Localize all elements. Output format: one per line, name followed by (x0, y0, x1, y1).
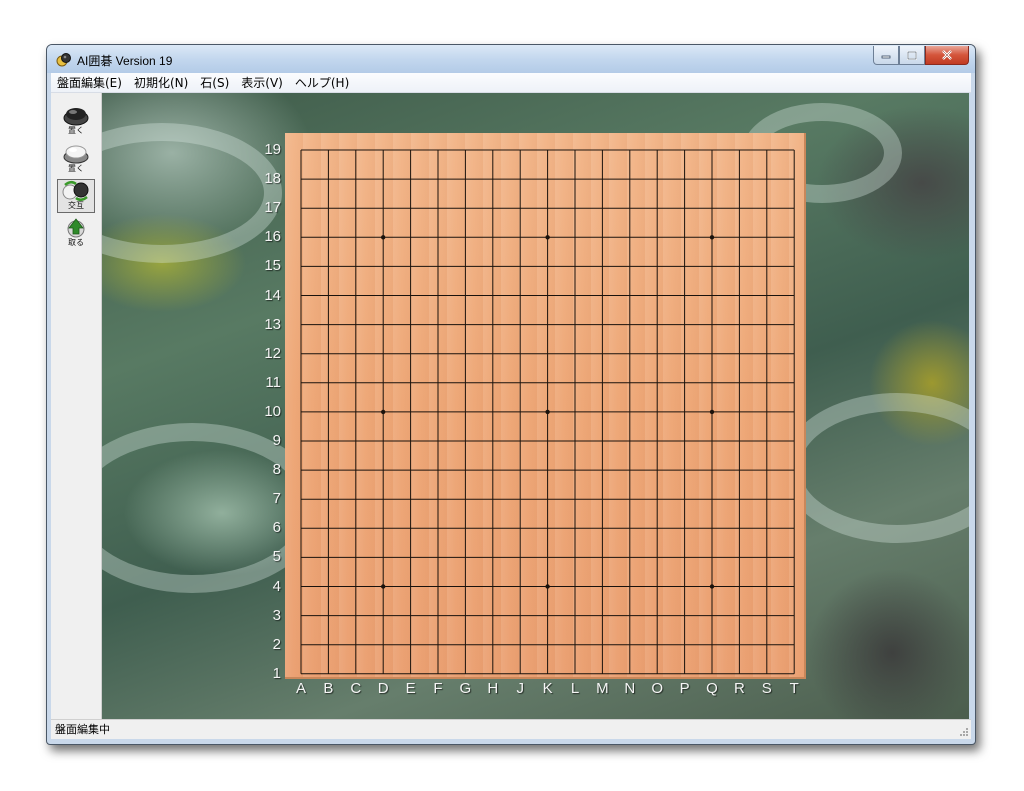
column-label: B (323, 680, 334, 697)
menu-board-edit[interactable]: 盤面編集(E) (51, 74, 128, 91)
column-label: R (733, 680, 745, 697)
alternate-label: 交互 (68, 201, 84, 210)
row-label: 3 (272, 606, 281, 624)
minimize-button[interactable] (873, 46, 899, 65)
maximize-icon (907, 50, 917, 60)
place-white-label: 置く (68, 164, 84, 173)
column-label: S (761, 680, 772, 697)
column-label: O (651, 680, 664, 697)
row-label: 12 (264, 344, 281, 362)
row-label: 17 (264, 199, 281, 217)
menu-help[interactable]: ヘルプ(H) (289, 74, 355, 91)
column-label: C (350, 680, 362, 697)
app-window: AI囲碁 Version 19 盤面編集(E) 初期化(N) 石(S) 表示(V… (46, 44, 976, 745)
star-point (545, 409, 550, 415)
column-label: F (433, 680, 443, 697)
close-button[interactable] (925, 46, 969, 65)
go-app-icon (56, 53, 71, 67)
star-point (381, 235, 386, 240)
alternate-tool[interactable]: 交互 (57, 179, 95, 213)
place-black-tool[interactable]: 置く (57, 105, 95, 139)
row-label: 19 (264, 141, 281, 158)
star-point (545, 584, 550, 589)
minimize-icon (881, 55, 891, 59)
column-label: K (542, 680, 553, 697)
column-label: H (487, 680, 499, 697)
row-label: 15 (264, 257, 281, 275)
row-label: 7 (272, 490, 281, 508)
column-label: Q (706, 680, 718, 697)
column-label: D (377, 680, 389, 697)
row-label: 16 (264, 228, 281, 246)
row-label: 13 (264, 315, 281, 333)
star-point (709, 235, 715, 240)
board-grid[interactable] (285, 133, 806, 679)
white-stone-bowl-icon (63, 145, 89, 164)
board-background: 19 18 17 16 15 14 13 12 11 10 9 8 7 6 5 4 3 2 1 ABCDEFGHJ K… (102, 93, 969, 719)
row-label: 18 (264, 170, 281, 188)
place-black-label: 置く (68, 126, 84, 135)
column-label: G (459, 680, 472, 697)
go-board[interactable] (285, 133, 806, 679)
column-label: L (570, 680, 580, 697)
row-label: 4 (272, 577, 281, 595)
remove-stone-icon (67, 218, 85, 238)
row-label: 5 (272, 548, 281, 566)
remove-label: 取る (68, 238, 84, 247)
star-point (709, 409, 715, 415)
close-icon (942, 50, 952, 60)
remove-stone-tool[interactable]: 取る (57, 217, 95, 251)
column-label: M (596, 680, 609, 697)
row-label: 14 (264, 286, 281, 304)
menu-stone[interactable]: 石(S) (194, 74, 235, 91)
decor-swirl (782, 393, 969, 543)
maximize-button[interactable] (899, 46, 925, 65)
window-title: AI囲碁 Version 19 (77, 54, 173, 68)
column-label: P (679, 680, 690, 697)
status-bar: 盤面編集中 (51, 719, 971, 739)
menu-initialize[interactable]: 初期化(N) (128, 74, 194, 91)
black-stone-bowl-icon (63, 108, 89, 126)
row-label: 8 (272, 461, 281, 479)
row-label: 6 (272, 519, 281, 537)
row-label: 2 (272, 635, 281, 653)
star-point (545, 235, 550, 240)
column-label: T (789, 680, 799, 697)
alternate-stones-icon (62, 181, 89, 201)
column-label: J (516, 680, 524, 697)
star-point (381, 409, 386, 415)
window-controls (873, 46, 969, 66)
row-label: 10 (264, 402, 281, 420)
status-text: 盤面編集中 (55, 723, 110, 736)
column-label: N (624, 680, 636, 697)
resize-grip-icon[interactable] (959, 727, 969, 737)
star-point (709, 584, 715, 589)
title-bar[interactable]: AI囲碁 Version 19 (47, 45, 975, 73)
star-point (381, 584, 386, 589)
row-label: 1 (272, 664, 281, 682)
row-label: 9 (272, 432, 281, 449)
tool-panel: 置く 置く 交互 取る (51, 93, 102, 719)
row-label: 11 (265, 373, 281, 391)
place-white-tool[interactable]: 置く (57, 143, 95, 177)
menu-view[interactable]: 表示(V) (235, 74, 289, 91)
menu-bar: 盤面編集(E) 初期化(N) 石(S) 表示(V) ヘルプ(H) (51, 73, 971, 93)
column-label: A (295, 680, 306, 697)
column-label: E (405, 680, 416, 697)
